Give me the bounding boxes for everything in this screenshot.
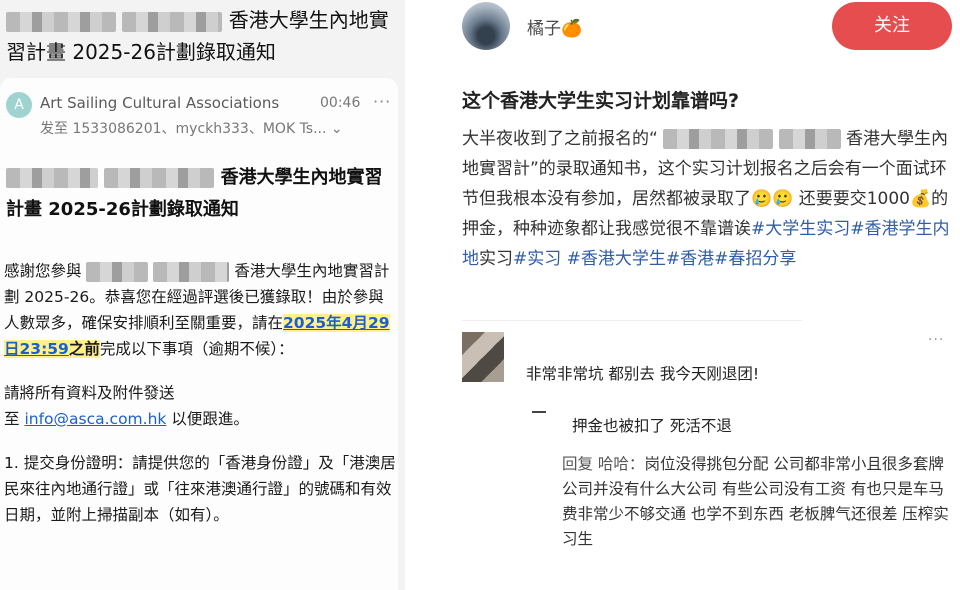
user-avatar[interactable]	[462, 2, 510, 50]
hashtag-link[interactable]: #香港大学生	[567, 249, 666, 269]
body-text: 至	[4, 410, 20, 428]
post-text: 实习	[479, 249, 513, 269]
body-text: 請將所有資料及附件發送	[4, 384, 175, 402]
post-text: 大半夜收到了之前报名的“	[462, 129, 658, 149]
redacted-block	[6, 168, 98, 188]
redacted-block	[6, 11, 116, 32]
redacted-block	[778, 129, 841, 149]
hashtag-link[interactable]: #大学生实习	[751, 219, 850, 239]
email-panel: 香港大學生內地實習計畫 2025-26計劃錄取通知 A Art Sailing …	[0, 0, 405, 590]
email-paragraph: 1. 提交身份證明：請提供您的「香港身份證」及「港澳居民來往內地通行證」或「往來…	[4, 454, 396, 524]
sender-avatar: A	[6, 92, 32, 118]
body-text: 感謝您參與	[4, 262, 82, 280]
redacted-block	[122, 11, 223, 32]
sender-name[interactable]: Art Sailing Cultural Associations	[40, 94, 279, 112]
hashtag-link[interactable]: #实习	[513, 249, 561, 269]
comment-text: 非常非常坑 都别去 我今天刚退团!	[526, 365, 760, 383]
follow-button[interactable]: 关注	[832, 2, 952, 50]
reply-text: 押金也被扣了 死活不退	[572, 417, 732, 435]
post-panel: 橘子🍊 关注 这个香港大学生实习计划靠谱吗? 大半夜收到了之前报名的“ 香港大學…	[432, 0, 960, 590]
deadline-suffix: 之前	[68, 340, 100, 358]
recipients-line[interactable]: 发至 1533086201、myckh333、MOK Ts... ⌄	[40, 118, 343, 138]
email-time: 00:46	[320, 95, 361, 111]
hashtag-link[interactable]: #香港	[666, 249, 714, 269]
post-body: 大半夜收到了之前报名的“ 香港大學生內地實習計”的录取通知书，这个实习计划报名之…	[462, 124, 952, 274]
redacted-block	[104, 168, 215, 188]
sender-row: A Art Sailing Cultural Associations 00:4…	[6, 92, 396, 118]
post-title: 这个香港大学生实习计划靠谱吗?	[462, 90, 740, 112]
body-text: 以便跟進。	[171, 410, 249, 428]
redacted-block	[663, 129, 774, 149]
commenter-avatar[interactable]	[462, 332, 504, 382]
email-subject: 香港大學生內地實習計畫 2025-26計劃錄取通知	[6, 162, 396, 226]
reply-prefix[interactable]: 回复 哈哈：	[562, 455, 644, 473]
email-body: 感謝您參與 香港大學生內地實習計劃 2025-26。恭喜您在經過評選後已獲錄取！…	[4, 258, 399, 528]
comment-divider	[462, 320, 802, 321]
redacted-block	[86, 261, 149, 282]
email-paragraph: 請將所有資料及附件發送 至 info@asca.com.hk 以便跟進。	[4, 380, 399, 432]
reply-text: 回复 哈哈：岗位没得挑包分配 公司都非常小且很多套牌公司并没有什么大公司 有些公…	[562, 452, 952, 552]
comment-more-icon[interactable]: ···	[928, 332, 944, 348]
reply-indicator	[532, 411, 546, 413]
body-text: 完成以下事項（逾期不候）：	[99, 340, 294, 358]
redacted-block	[153, 261, 230, 282]
panel-divider	[405, 0, 432, 590]
email-address-link[interactable]: info@asca.com.hk	[24, 410, 166, 428]
email-header-title: 香港大學生內地實習計畫 2025-26計劃錄取通知	[6, 4, 401, 68]
username[interactable]: 橘子🍊	[527, 14, 582, 39]
email-paragraph: 感謝您參與 香港大學生內地實習計劃 2025-26。恭喜您在經過評選後已獲錄取！…	[4, 258, 399, 362]
more-options-icon[interactable]: ···	[373, 92, 391, 111]
hashtag-link[interactable]: #春招分享	[714, 249, 796, 269]
